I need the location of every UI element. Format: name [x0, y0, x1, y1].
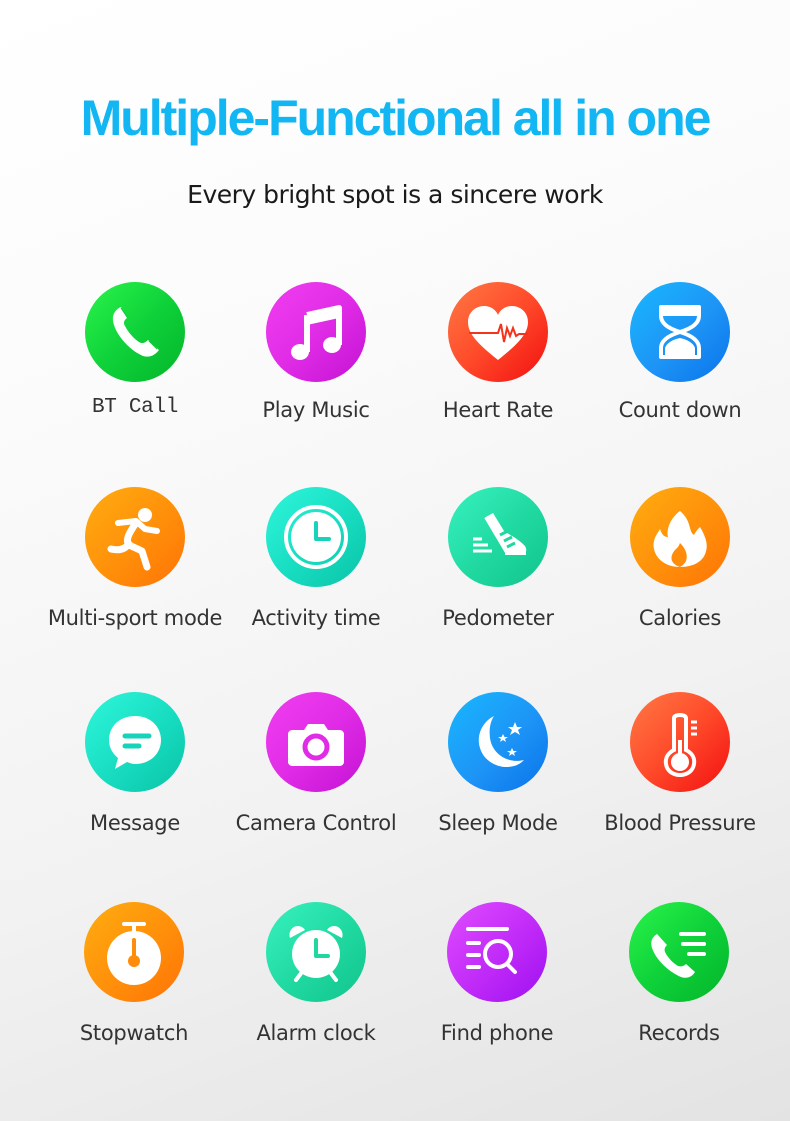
- feature-label: Activity time: [251, 606, 381, 630]
- feature-stopwatch: Stopwatch: [34, 902, 234, 1045]
- feature-label: Calories: [638, 606, 722, 630]
- feature-label: Pedometer: [442, 606, 554, 630]
- feature-label: Find phone: [440, 1021, 554, 1045]
- feature-label: Message: [90, 811, 180, 835]
- feature-records: Records: [579, 902, 779, 1045]
- running-person-icon: [85, 487, 185, 587]
- page-title: Multiple-Functional all in one: [80, 90, 712, 146]
- feature-label: Blood Pressure: [604, 811, 756, 835]
- feature-camera-control: Camera Control: [216, 692, 416, 835]
- moon-stars-icon: [448, 692, 548, 792]
- feature-bt-call: BT Call: [35, 282, 235, 419]
- feature-count-down: Count down: [580, 282, 780, 422]
- feature-alarm-clock: Alarm clock: [216, 902, 416, 1045]
- feature-label: Multi-sport mode: [47, 606, 223, 630]
- feature-label: Camera Control: [235, 811, 397, 835]
- thermometer-icon: [630, 692, 730, 792]
- chat-bubble-icon: [85, 692, 185, 792]
- feature-label: Stopwatch: [79, 1021, 189, 1045]
- feature-blood-pressure: Blood Pressure: [580, 692, 780, 835]
- stopwatch-icon: [84, 902, 184, 1002]
- hourglass-icon: [630, 282, 730, 382]
- feature-message: Message: [35, 692, 235, 835]
- feature-calories: Calories: [580, 487, 780, 630]
- camera-icon: [266, 692, 366, 792]
- feature-sleep-mode: Sleep Mode: [398, 692, 598, 835]
- feature-find-phone: Find phone: [397, 902, 597, 1045]
- call-log-icon: [629, 902, 729, 1002]
- feature-label: Play Music: [262, 398, 370, 422]
- feature-label: Heart Rate: [442, 398, 554, 422]
- feature-play-music: Play Music: [216, 282, 416, 422]
- feature-label: Records: [638, 1021, 720, 1045]
- feature-label: Count down: [618, 398, 742, 422]
- page-subtitle: Every bright spot is a sincere work: [187, 180, 603, 209]
- phone-icon: [85, 282, 185, 382]
- alarm-clock-icon: [266, 902, 366, 1002]
- flame-icon: [630, 487, 730, 587]
- feature-label: BT Call: [91, 396, 179, 419]
- clock-icon: [266, 487, 366, 587]
- feature-label: Alarm clock: [256, 1021, 376, 1045]
- feature-activity-time: Activity time: [216, 487, 416, 630]
- music-note-icon: [266, 282, 366, 382]
- feature-pedometer: Pedometer: [398, 487, 598, 630]
- feature-multi-sport-mode: Multi-sport mode: [35, 487, 235, 630]
- sneaker-icon: [448, 487, 548, 587]
- search-list-icon: [447, 902, 547, 1002]
- feature-label: Sleep Mode: [438, 811, 558, 835]
- heart-pulse-icon: [448, 282, 548, 382]
- feature-heart-rate: Heart Rate: [398, 282, 598, 422]
